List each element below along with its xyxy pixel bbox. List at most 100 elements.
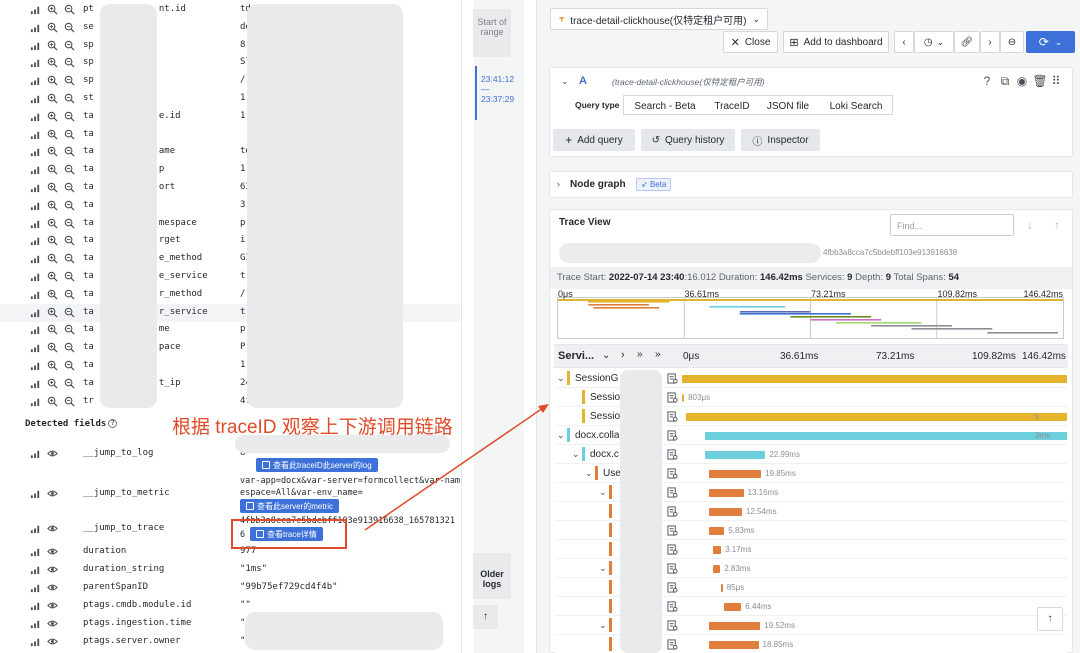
inspector-button[interactable]: ⓘ Inspector — [741, 129, 820, 151]
span-detail-icon[interactable] — [667, 506, 678, 517]
view-metric-button[interactable]: 查看此server的metric — [240, 499, 340, 513]
chevron-down-icon[interactable]: ⌄ — [599, 620, 607, 631]
zoom-in-icon[interactable] — [46, 56, 59, 69]
span-bar[interactable] — [685, 413, 1067, 421]
stats-icon[interactable] — [29, 39, 42, 52]
zoom-out-icon[interactable] — [63, 377, 76, 390]
time-back-button[interactable]: ‹ — [894, 31, 914, 53]
tab-search-beta[interactable]: Search - Beta — [624, 96, 706, 116]
zoom-out-icon[interactable] — [63, 74, 76, 87]
zoom-out-icon[interactable] — [63, 128, 76, 141]
arrow-down-icon[interactable]: ↓ — [1025, 218, 1035, 232]
stats-icon[interactable] — [29, 181, 42, 194]
stats-icon[interactable] — [29, 21, 42, 34]
run-query-button[interactable]: ⟳ ⌄ — [1026, 31, 1075, 53]
stats-icon[interactable] — [29, 92, 42, 105]
zoom-out-icon[interactable] — [63, 306, 76, 319]
span-detail-icon[interactable] — [667, 373, 678, 384]
start-of-range-button[interactable]: Start of range — [473, 9, 511, 57]
chevron-down-icon[interactable]: ⌄ — [572, 449, 580, 460]
zoom-out-icon[interactable] — [63, 270, 76, 283]
drag-handle-icon[interactable]: ⠿ — [1051, 74, 1061, 88]
zoom-out-icon[interactable] — [63, 56, 76, 69]
stats-icon[interactable] — [29, 522, 42, 535]
stats-icon[interactable] — [29, 234, 42, 247]
copy-link-button[interactable]: 🔗︎ — [954, 31, 980, 53]
eye-icon[interactable] — [46, 545, 59, 558]
zoom-in-icon[interactable] — [46, 288, 59, 301]
zoom-in-icon[interactable] — [46, 306, 59, 319]
span-bar[interactable] — [682, 375, 1067, 383]
zoom-out-icon[interactable] — [63, 323, 76, 336]
zoom-in-icon[interactable] — [46, 234, 59, 247]
stats-icon[interactable] — [29, 217, 42, 230]
zoom-in-icon[interactable] — [46, 341, 59, 354]
span-detail-icon[interactable] — [667, 430, 678, 441]
scroll-to-top-button[interactable]: ↑ — [1037, 607, 1063, 631]
stats-icon[interactable] — [29, 341, 42, 354]
eye-icon[interactable] — [46, 635, 59, 648]
zoom-out-icon[interactable] — [63, 288, 76, 301]
zoom-out-icon[interactable] — [63, 163, 76, 176]
tab-traceid[interactable]: TraceID — [706, 96, 758, 116]
span-detail-icon[interactable] — [667, 639, 678, 650]
help-icon[interactable]: ? — [982, 74, 992, 88]
chevron-down-icon[interactable]: ⌄ — [557, 430, 565, 441]
query-history-button[interactable]: ↺ Query history — [641, 129, 735, 151]
zoom-out-icon[interactable] — [63, 92, 76, 105]
add-to-dashboard-button[interactable]: ⊞ Add to dashboard — [783, 31, 889, 53]
span-detail-icon[interactable] — [667, 582, 678, 593]
scroll-to-top-button[interactable]: ↑ — [473, 605, 498, 629]
older-logs-button[interactable]: Older logs — [473, 553, 511, 599]
tab-json-file[interactable]: JSON file — [758, 96, 818, 116]
time-range-indicator[interactable]: 23:41:12 — 23:37:29 — [475, 66, 515, 120]
expand-one-icon[interactable]: › — [621, 349, 625, 361]
zoom-in-icon[interactable] — [46, 92, 59, 105]
zoom-out-icon[interactable] — [63, 3, 76, 16]
span-bar[interactable] — [708, 527, 725, 535]
stats-icon[interactable] — [29, 74, 42, 87]
eye-icon[interactable] — [46, 447, 59, 460]
zoom-in-icon[interactable] — [46, 199, 59, 212]
zoom-in-icon[interactable] — [46, 252, 59, 265]
stats-icon[interactable] — [29, 288, 42, 301]
find-input[interactable]: Find... — [890, 214, 1014, 236]
trash-icon[interactable]: 🗑︎ — [1032, 74, 1047, 88]
stats-icon[interactable] — [29, 252, 42, 265]
span-detail-icon[interactable] — [667, 544, 678, 555]
collapse-icon[interactable]: ⌄ — [561, 76, 569, 87]
eye-icon[interactable]: ◉ — [1017, 74, 1027, 88]
zoom-out-icon[interactable] — [63, 341, 76, 354]
stats-icon[interactable] — [29, 377, 42, 390]
tab-loki-search[interactable]: Loki Search — [818, 96, 894, 116]
duplicate-icon[interactable]: ⧉ — [1000, 74, 1010, 88]
zoom-in-icon[interactable] — [46, 181, 59, 194]
stats-icon[interactable] — [29, 617, 42, 630]
span-bar[interactable] — [712, 565, 721, 573]
span-detail-icon[interactable] — [667, 449, 678, 460]
zoom-out-icon[interactable] — [63, 39, 76, 52]
eye-icon[interactable] — [46, 617, 59, 630]
span-detail-icon[interactable] — [667, 487, 678, 498]
stats-icon[interactable] — [29, 395, 42, 408]
span-bar[interactable] — [708, 489, 744, 497]
zoom-out-icon[interactable] — [63, 145, 76, 158]
stats-icon[interactable] — [29, 599, 42, 612]
datasource-picker[interactable]: trace-detail-clickhouse(仅特定租户可用) ⌄ — [550, 8, 768, 30]
zoom-out-icon[interactable] — [63, 252, 76, 265]
node-graph-section[interactable]: › Node graph ➶ Beta — [549, 171, 1073, 198]
span-detail-icon[interactable] — [667, 601, 678, 612]
stats-icon[interactable] — [29, 635, 42, 648]
stats-icon[interactable] — [29, 110, 42, 123]
zoom-in-icon[interactable] — [46, 323, 59, 336]
zoom-out-icon[interactable] — [63, 199, 76, 212]
zoom-out-button[interactable]: ⊖ — [1000, 31, 1024, 53]
stats-icon[interactable] — [29, 581, 42, 594]
span-detail-icon[interactable] — [667, 392, 678, 403]
stats-icon[interactable] — [29, 447, 42, 460]
time-forward-button[interactable]: › — [980, 31, 1000, 53]
zoom-in-icon[interactable] — [46, 145, 59, 158]
stats-icon[interactable] — [29, 359, 42, 372]
span-detail-icon[interactable] — [667, 563, 678, 574]
chevron-down-icon[interactable]: ⌄ — [599, 563, 607, 574]
